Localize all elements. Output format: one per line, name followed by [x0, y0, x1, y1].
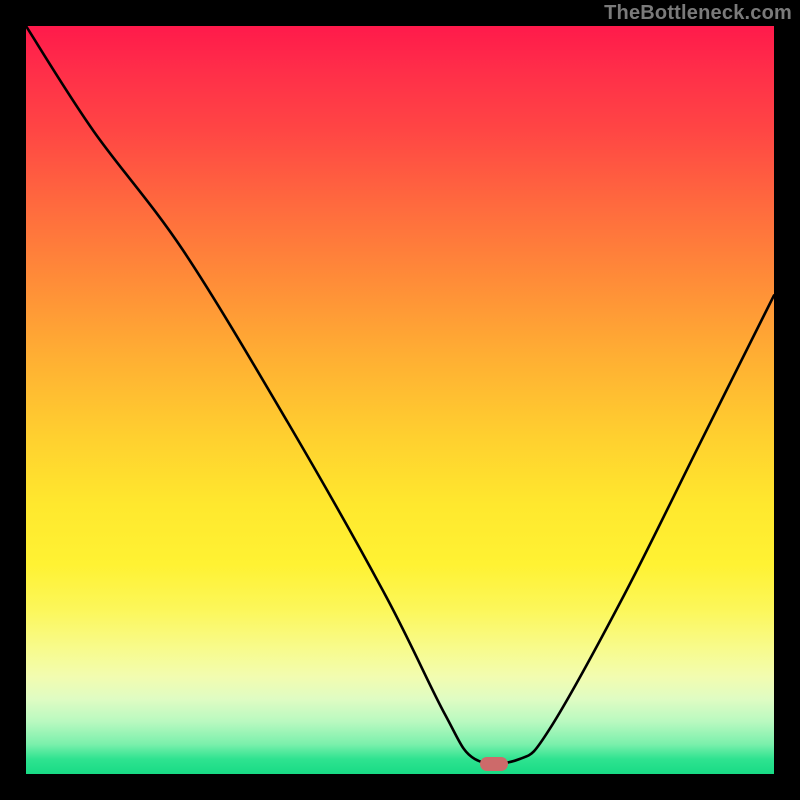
plot-area	[26, 26, 774, 774]
chart-container: TheBottleneck.com	[0, 0, 800, 800]
bottleneck-curve	[26, 26, 774, 774]
optimal-point-marker	[480, 757, 508, 771]
watermark-text: TheBottleneck.com	[604, 2, 792, 25]
